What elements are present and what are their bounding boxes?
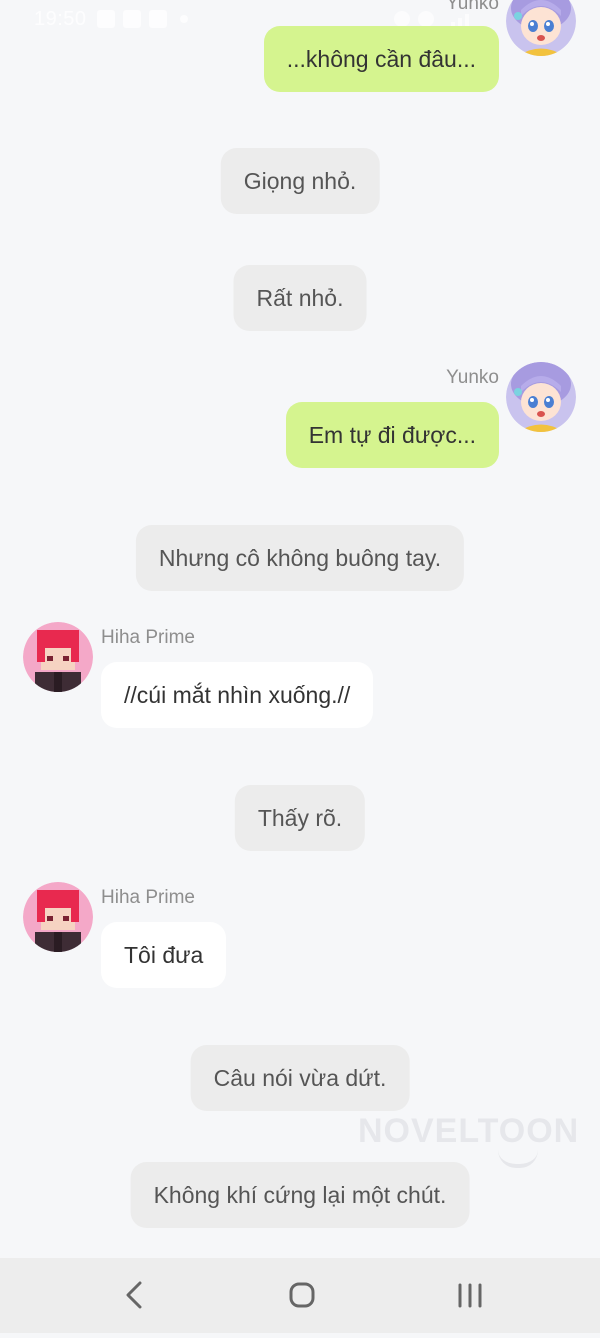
- sender-name: Yunko: [446, 367, 499, 388]
- yunko-avatar[interactable]: [506, 362, 576, 432]
- sender-name: Hiha Prime: [101, 887, 195, 908]
- navigation-bar: [0, 1258, 600, 1333]
- chat-bubble-theirs[interactable]: //cúi mắt nhìn xuống.//: [101, 662, 374, 728]
- narration-bubble[interactable]: Nhưng cô không buông tay.: [135, 525, 465, 591]
- hiha-prime-avatar[interactable]: [23, 882, 93, 952]
- alarm-icon: [394, 11, 410, 27]
- notification-dot-icon: [180, 15, 188, 23]
- facebook-notification-icon: [97, 10, 115, 28]
- yunko-avatar[interactable]: [506, 0, 576, 56]
- nav-recent-apps-button[interactable]: [420, 1258, 520, 1333]
- nav-back-button[interactable]: [84, 1258, 184, 1333]
- sync-icon: [418, 11, 434, 27]
- home-circle-icon: [289, 1282, 315, 1308]
- watermark-smile-icon: [498, 1150, 538, 1168]
- chat-bubble-mine[interactable]: Em tự đi được...: [285, 402, 499, 468]
- recent-apps-icon: [458, 1283, 482, 1308]
- narration-bubble[interactable]: Thấy rõ.: [234, 785, 366, 851]
- status-time: 19:50: [34, 8, 87, 30]
- narration-bubble[interactable]: Giọng nhỏ.: [220, 148, 380, 214]
- facebook-notification-icon: [149, 10, 167, 28]
- sender-name: Hiha Prime: [101, 627, 195, 648]
- narration-bubble[interactable]: Rất nhỏ.: [233, 265, 367, 331]
- narration-bubble[interactable]: Câu nói vừa dứt.: [190, 1045, 410, 1111]
- chevron-left-icon: [126, 1281, 142, 1309]
- narration-bubble[interactable]: Không khí cứng lại một chút.: [130, 1162, 470, 1228]
- sender-name: Yunko: [446, 0, 499, 14]
- facebook-notification-icon: [123, 10, 141, 28]
- hiha-prime-avatar[interactable]: [23, 622, 93, 692]
- nav-home-button[interactable]: [252, 1258, 352, 1333]
- chat-bubble-theirs[interactable]: Tôi đưa: [101, 922, 227, 988]
- noveltoon-watermark: NOVELTOON: [358, 1112, 580, 1150]
- chat-bubble-mine[interactable]: ...không cần đâu...: [263, 26, 499, 92]
